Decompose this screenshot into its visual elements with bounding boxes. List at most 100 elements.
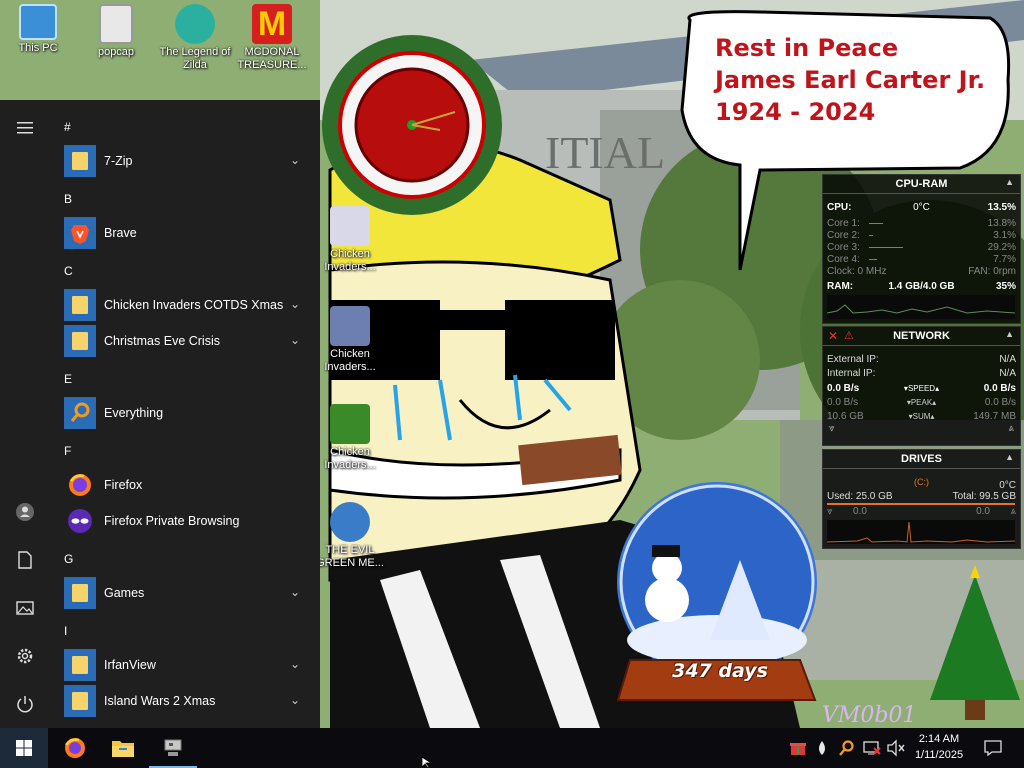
taskbar-file-explorer[interactable] — [99, 728, 147, 768]
firefox-icon — [64, 738, 85, 758]
app-irfanview[interactable]: IrfanView ⌄ — [48, 648, 320, 682]
group-header-f[interactable]: F — [64, 444, 71, 458]
network-meter: NETWORK ✕ ⚠ ▲ External IP: N/A Internal … — [822, 326, 1021, 446]
internal-ip-row: Internal IP: N/A — [827, 368, 1016, 380]
app-island-wars-2-xmas[interactable]: Island Wars 2 Xmas ⌄ — [48, 684, 320, 718]
user-icon[interactable] — [12, 499, 38, 525]
app-firefox[interactable]: Firefox — [48, 468, 320, 502]
tray-gift-icon[interactable] — [789, 739, 807, 757]
desktop-icon-evil-green-me[interactable]: THE EVIL GREEN ME... — [312, 498, 388, 570]
tray-volume-muted-icon[interactable] — [886, 739, 906, 757]
clock-time: 2:14 AM — [918, 733, 960, 745]
taskbar-clock[interactable]: 2:14 AM 1/11/2025 — [907, 731, 971, 763]
desktop-icon-this-pc[interactable]: This PC — [0, 0, 76, 55]
tray-network-icon[interactable] — [862, 739, 882, 757]
power-glyph — [17, 696, 33, 713]
chevron-down-icon[interactable]: ⌄ — [290, 657, 300, 671]
windows-start-icon[interactable] — [0, 728, 48, 768]
settings-icon[interactable] — [12, 643, 38, 669]
desktop-icon-chicken-invaders-2[interactable]: Chicken Invaders... — [312, 302, 388, 374]
desktop-icon-chicken-invaders-3[interactable]: Chicken Invaders... — [312, 400, 388, 472]
folder-icon — [64, 289, 96, 321]
core-value: 13.8% — [987, 218, 1016, 229]
app-name: Firefox Private Browsing — [104, 514, 240, 528]
group-header-c[interactable]: C — [64, 264, 73, 278]
chicken-invaders-icon — [330, 306, 370, 346]
sum-label-text: SUM — [912, 412, 931, 421]
drive-used: Used: 25.0 GB — [827, 491, 893, 502]
computer-icon — [19, 4, 57, 40]
peak-upload: 0.0 B/s — [984, 397, 1016, 408]
notification-glyph — [984, 740, 1002, 756]
peak-row: 0.0 B/s ▾PEAK▴ 0.0 B/s — [827, 397, 1016, 409]
core-row: Core 4: 7.7% — [827, 254, 1016, 266]
pictures-icon[interactable] — [12, 595, 38, 621]
desktop-icon-chicken-invaders-1[interactable]: Chicken Invaders... — [312, 202, 388, 274]
brave-glyph — [71, 225, 89, 244]
chevron-down-icon[interactable]: ⌄ — [290, 153, 300, 167]
app-name: Brave — [104, 226, 137, 240]
magnifier-glyph — [839, 740, 854, 756]
core-label: Core 1: — [827, 218, 860, 229]
power-icon[interactable] — [12, 691, 38, 717]
desktop-icon-label: THE EVIL GREEN ME... — [316, 544, 384, 569]
drive-total: Total: 99.5 GB — [952, 491, 1016, 502]
external-ip-value: N/A — [999, 354, 1016, 365]
hamburger-icon[interactable] — [12, 115, 38, 141]
group-header-e[interactable]: E — [64, 372, 72, 386]
cpu-ram-title: CPU-RAM — [823, 175, 1020, 194]
app-firefox-private-browsing[interactable]: Firefox Private Browsing — [48, 504, 320, 538]
write-arrows-icon: ⩓ — [1010, 506, 1016, 517]
collapse-icon[interactable]: ▲ — [1005, 452, 1014, 462]
group-header-hash[interactable]: # — [64, 120, 71, 134]
start-menu: # 7-Zip ⌄ B Brave C Chicken Invaders COT… — [0, 100, 320, 728]
tray-search-icon[interactable] — [837, 739, 855, 757]
app-7-zip[interactable]: 7-Zip ⌄ — [48, 144, 320, 178]
close-icon[interactable]: ✕ — [828, 329, 838, 343]
chevron-down-icon[interactable]: ⌄ — [290, 297, 300, 311]
collapse-icon[interactable]: ▲ — [1005, 329, 1014, 339]
mouse-cursor-icon — [421, 756, 433, 768]
cpu-percent: 13.5% — [987, 202, 1016, 213]
app-games[interactable]: Games ⌄ — [48, 576, 320, 610]
desktop-icon-legend-of-zilda[interactable]: The Legend of Zilda — [157, 0, 233, 72]
speed-label-text: SPEED — [907, 384, 936, 393]
group-header-g[interactable]: G — [64, 552, 73, 566]
app-everything[interactable]: Everything — [48, 396, 320, 430]
fan-speed: FAN: 0rpm — [968, 266, 1016, 277]
start-menu-rail — [0, 100, 48, 728]
speed-row: 0.0 B/s ▾SPEED▴ 0.0 B/s — [827, 383, 1016, 395]
sum-row: 10.6 GB ▾SUM▴ 149.7 MB — [827, 411, 1016, 423]
folder-icon — [64, 325, 96, 357]
app-chicken-invaders-cotds-xmas[interactable]: Chicken Invaders COTDS Xmas ⌄ — [48, 288, 320, 322]
app-name: Firefox — [104, 478, 143, 492]
chevron-down-icon[interactable]: ⌄ — [290, 693, 300, 707]
ram-percent: 35% — [995, 281, 1016, 292]
memorial-text: Rest in Peace James Earl Carter Jr. 1924… — [715, 32, 1005, 128]
desktop-icon-mcdonal-treasure[interactable]: M MCDONAL TREASURE... — [234, 0, 310, 72]
download-arrows-icon: ⩔ — [829, 423, 835, 434]
chevron-down-icon[interactable]: ⌄ — [290, 333, 300, 347]
building-sign: ITIAL — [545, 127, 665, 178]
core-bar — [869, 223, 883, 224]
app-name: Island Wars 2 Xmas — [104, 694, 216, 708]
ram-row: RAM: 1.4 GB/4.0 GB 35% — [827, 281, 1016, 293]
drive-usage-row: Used: 25.0 GB Total: 99.5 GB — [827, 491, 1016, 503]
folder-icon — [64, 649, 96, 681]
app-christmas-eve-crisis[interactable]: Christmas Eve Crisis ⌄ — [48, 324, 320, 358]
notification-icon[interactable] — [975, 728, 1011, 768]
tray-drop-icon[interactable] — [814, 739, 830, 757]
folder-icon — [64, 685, 96, 717]
document-glyph — [18, 551, 32, 569]
app-brave[interactable]: Brave — [48, 216, 320, 250]
desktop-icon-popcap[interactable]: popcap — [78, 0, 154, 59]
chicken-invaders-icon — [330, 206, 370, 246]
group-header-b[interactable]: B — [64, 192, 72, 206]
folder-icon — [64, 577, 96, 609]
documents-icon[interactable] — [12, 547, 38, 573]
taskbar-firefox[interactable] — [51, 728, 99, 768]
group-header-i[interactable]: I — [64, 624, 67, 638]
taskbar-network-drive[interactable] — [149, 728, 197, 768]
collapse-icon[interactable]: ▲ — [1005, 177, 1014, 187]
chevron-down-icon[interactable]: ⌄ — [290, 585, 300, 599]
